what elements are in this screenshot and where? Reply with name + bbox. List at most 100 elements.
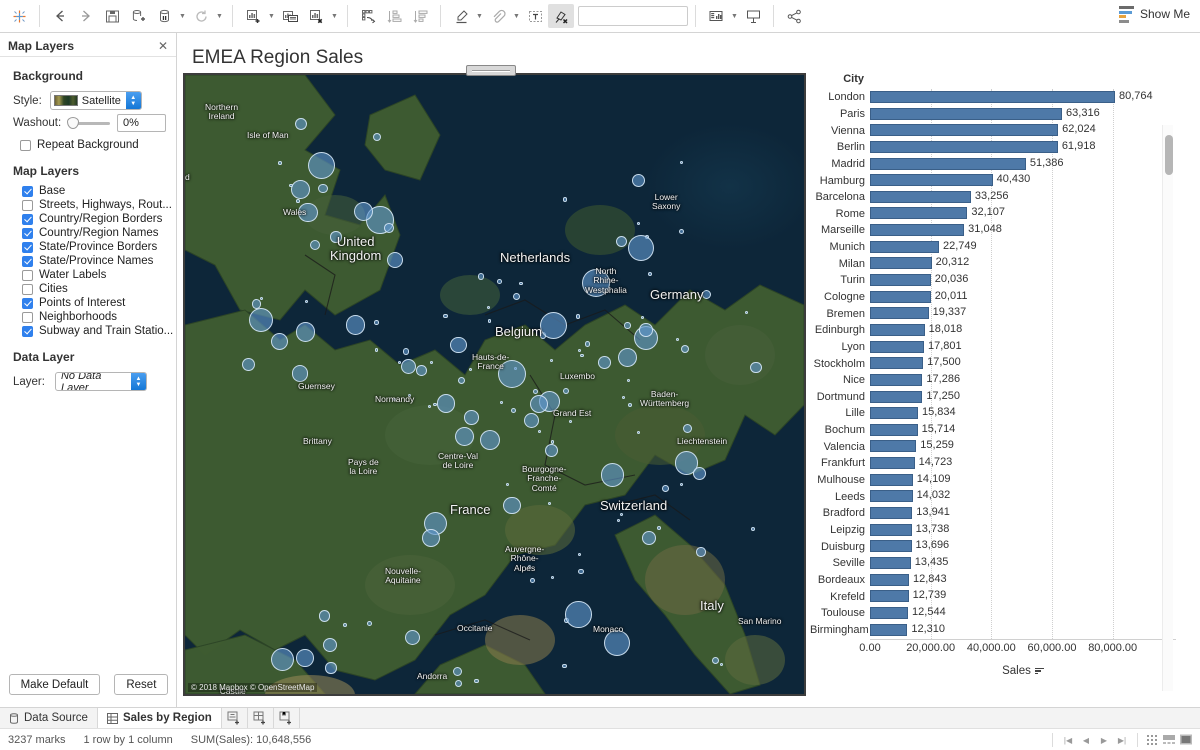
last-page-button[interactable]: ▶| [1114, 732, 1130, 748]
map-mark[interactable] [616, 518, 620, 522]
bar-row[interactable]: Barcelona 33,256 [810, 189, 1176, 206]
map-mark[interactable] [598, 355, 611, 369]
chevron-down-icon[interactable]: ▼ [214, 4, 225, 28]
map-mark[interactable] [562, 663, 567, 669]
bar-row[interactable]: Bordeaux 12,843 [810, 572, 1176, 589]
chart-plus-icon[interactable] [240, 4, 266, 28]
map-mark[interactable] [631, 174, 645, 187]
fit-selector[interactable] [578, 6, 688, 26]
map-mark[interactable] [325, 662, 337, 674]
bar-row[interactable]: Birmingham 12,310 [810, 622, 1176, 639]
bar-row[interactable]: Dortmund 17,250 [810, 389, 1176, 406]
bar[interactable] [870, 340, 924, 353]
close-icon[interactable]: ✕ [158, 40, 168, 52]
new-sheet-icon[interactable] [222, 708, 248, 728]
new-story-icon[interactable] [274, 708, 300, 728]
map-mark[interactable] [479, 429, 500, 450]
map-mark[interactable] [415, 364, 427, 376]
map-layer-item-points-of-interest[interactable]: Points of Interest [0, 296, 176, 310]
bar[interactable] [870, 290, 931, 303]
view-mode-dots-icon[interactable] [1145, 733, 1160, 747]
map-card[interactable]: Northern Ireland Isle of Man d Wales United Ki… [183, 73, 806, 696]
bar-row[interactable]: Milan 20,312 [810, 255, 1176, 272]
map-mark[interactable] [577, 552, 581, 556]
bar-row[interactable]: Madrid 51,386 [810, 156, 1176, 173]
map-mark[interactable] [563, 197, 568, 202]
bar-row[interactable]: Bremen 19,337 [810, 305, 1176, 322]
map-layer-item-water-labels[interactable]: Water Labels [0, 268, 176, 282]
bar[interactable] [870, 440, 917, 453]
bar-row[interactable]: Leipzig 13,738 [810, 522, 1176, 539]
bar[interactable] [870, 457, 915, 470]
map-layer-item-state-province-borders[interactable]: State/Province Borders [0, 240, 176, 254]
chart-clear-icon[interactable] [303, 4, 329, 28]
sort-desc-icon[interactable] [407, 4, 433, 28]
map-mark[interactable] [374, 320, 379, 325]
highlighter-icon[interactable] [448, 4, 474, 28]
map-mark[interactable] [600, 463, 625, 487]
paperclip-icon[interactable] [485, 4, 511, 28]
chevron-down-icon[interactable]: ▼ [729, 4, 740, 28]
bar-row[interactable]: Leeds 14,032 [810, 488, 1176, 505]
map-mark[interactable] [291, 179, 310, 199]
bar[interactable] [870, 307, 929, 320]
map-layer-checkbox[interactable] [22, 311, 33, 323]
map-mark[interactable] [291, 365, 309, 382]
swap-icon[interactable] [355, 4, 381, 28]
map-mark[interactable] [436, 393, 456, 413]
map-mark[interactable] [343, 622, 348, 627]
repeat-background-checkbox[interactable] [20, 139, 31, 151]
refresh-icon[interactable] [188, 4, 214, 28]
bar-row[interactable]: Bochum 15,714 [810, 422, 1176, 439]
chevron-down-icon[interactable]: ▼ [266, 4, 277, 28]
bar[interactable] [870, 523, 912, 536]
map-mark[interactable] [330, 231, 342, 243]
map-layer-item-streets-highways-rout[interactable]: Streets, Highways, Rout... [0, 198, 176, 212]
map-layer-item-neighborhoods[interactable]: Neighborhoods [0, 310, 176, 324]
map-mark[interactable] [510, 407, 516, 414]
bar-row[interactable]: Seville 13,435 [810, 555, 1176, 572]
map-layer-checkbox[interactable] [22, 297, 33, 309]
map-layer-checkbox[interactable] [22, 269, 33, 281]
map-mark[interactable] [307, 151, 335, 179]
bar-row[interactable]: Marseille 31,048 [810, 222, 1176, 239]
map-layer-checkbox[interactable] [22, 325, 33, 337]
repeat-background-row[interactable]: Repeat Background [0, 134, 176, 152]
map-mark[interactable] [639, 323, 653, 337]
next-page-button[interactable]: ▶ [1096, 732, 1112, 748]
presentation-icon[interactable] [740, 4, 766, 28]
chart-scrollbar[interactable] [1162, 125, 1173, 691]
map-layer-checkbox[interactable] [22, 241, 33, 253]
map-mark[interactable] [565, 601, 592, 628]
view-mode-split-icon[interactable] [1162, 733, 1177, 747]
map-mark[interactable] [298, 202, 318, 223]
map-mark[interactable] [505, 482, 509, 486]
map-mark[interactable] [457, 376, 465, 385]
sort-asc-icon[interactable] [381, 4, 407, 28]
map-mark[interactable] [251, 299, 262, 309]
map-layer-checkbox[interactable] [22, 283, 33, 295]
chart-scrollbar-thumb[interactable] [1165, 135, 1173, 175]
bar[interactable] [870, 573, 909, 586]
map-mark[interactable] [450, 336, 467, 354]
map-mark[interactable] [421, 529, 440, 547]
bar-row[interactable]: Paris 63,316 [810, 106, 1176, 123]
map-layer-item-country-region-borders[interactable]: Country/Region Borders [0, 212, 176, 226]
bar[interactable] [870, 174, 993, 187]
arrow-left-icon[interactable] [47, 4, 73, 28]
map-mark[interactable] [720, 662, 724, 666]
bar-row[interactable]: London 80,764 [810, 89, 1176, 106]
make-default-button[interactable]: Make Default [8, 674, 101, 695]
chevron-down-icon[interactable]: ▼ [474, 4, 485, 28]
map-layer-checkbox[interactable] [22, 227, 33, 239]
map-layer-item-cities[interactable]: Cities [0, 282, 176, 296]
first-page-button[interactable]: |◀ [1060, 732, 1076, 748]
bar-row[interactable]: Duisburg 13,696 [810, 538, 1176, 555]
map-mark[interactable] [636, 430, 641, 434]
chevron-updown-icon[interactable]: ▲ ▼ [130, 373, 146, 390]
share-icon[interactable] [781, 4, 807, 28]
chevron-down-icon[interactable]: ▼ [329, 4, 340, 28]
map-mark[interactable] [242, 358, 255, 371]
bar-row[interactable]: Turin 20,036 [810, 272, 1176, 289]
tab-data-source[interactable]: Data Source [0, 708, 98, 728]
